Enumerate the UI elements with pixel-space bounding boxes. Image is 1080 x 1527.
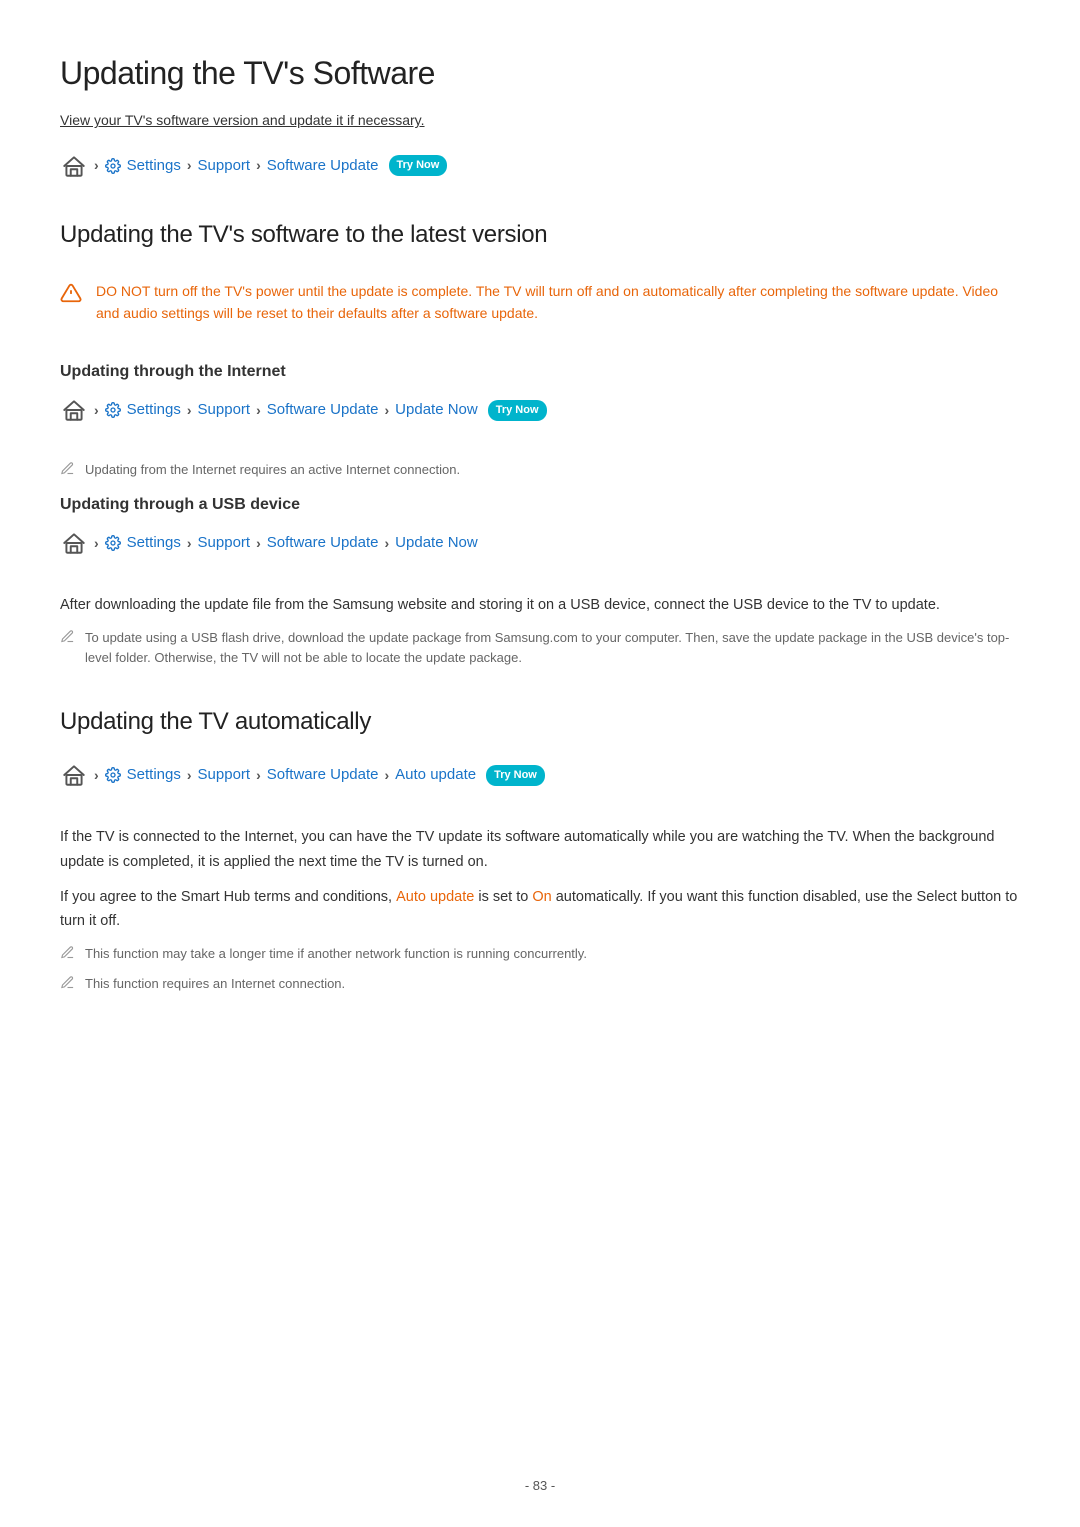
auto-on-text: On — [532, 889, 551, 905]
pencil-icon-internet — [60, 461, 75, 482]
usb-section: Updating through a USB device › Settings… — [60, 492, 1020, 667]
usb-section-title: Updating through a USB device — [60, 492, 1020, 518]
internet-section: Updating through the Internet › Settings… — [60, 359, 1020, 482]
page-subtitle: View your TV's software version and upda… — [60, 109, 1020, 131]
breadcrumb-row-internet: › Settings › Support › Software Update ›… — [60, 396, 1020, 424]
page-title: Updating the TV's Software — [60, 48, 1020, 99]
bc-software-update-internet: Software Update — [267, 398, 379, 422]
auto-body-2: If you agree to the Smart Hub terms and … — [60, 885, 1020, 934]
bc-update-now-internet: Update Now — [395, 398, 478, 422]
auto-note-1-text: This function may take a longer time if … — [85, 944, 587, 964]
bc-sep-i1: › — [94, 399, 99, 421]
bc-sep-a2: › — [187, 764, 192, 786]
bc-sep-a4: › — [385, 764, 390, 786]
bc-software-update-auto: Software Update — [267, 763, 379, 787]
bc-support-internet: Support — [198, 398, 251, 422]
usb-note: To update using a USB flash drive, downl… — [60, 628, 1020, 667]
bc-update-now-usb: Update Now — [395, 531, 478, 555]
bc-sep-u2: › — [187, 532, 192, 554]
section-latest-version-title: Updating the TV's software to the latest… — [60, 216, 1020, 254]
try-now-badge-internet[interactable]: Try Now — [488, 400, 547, 422]
settings-icon-internet — [105, 402, 121, 418]
breadcrumb-sep-2: › — [187, 154, 192, 176]
auto-note-2: This function requires an Internet conne… — [60, 974, 1020, 996]
page-number: - 83 - — [0, 1476, 1080, 1497]
settings-icon-usb — [105, 535, 121, 551]
auto-body-is-set: is set to — [478, 889, 528, 905]
auto-body-2-prefix: If you agree to the Smart Hub terms and … — [60, 889, 392, 905]
auto-note-2-text: This function requires an Internet conne… — [85, 974, 345, 994]
pencil-icon-auto-2 — [60, 975, 75, 996]
section-latest-version: Updating the TV's software to the latest… — [60, 216, 1020, 254]
bc-support-auto: Support — [198, 763, 251, 787]
auto-note-1: This function may take a longer time if … — [60, 944, 1020, 966]
auto-section: Updating the TV automatically — [60, 703, 1020, 741]
breadcrumb-row-auto: › Settings › Support › Software Update ›… — [60, 761, 1020, 789]
breadcrumb-sep-1: › — [94, 154, 99, 176]
auto-body-1: If the TV is connected to the Internet, … — [60, 825, 1020, 874]
bc-sep-u3: › — [256, 532, 261, 554]
auto-update-inline: Auto update — [396, 889, 474, 905]
internet-note: Updating from the Internet requires an a… — [60, 460, 1020, 482]
home-icon-auto — [60, 761, 88, 789]
usb-body-text: After downloading the update file from t… — [60, 593, 1020, 618]
warning-box: DO NOT turn off the TV's power until the… — [60, 274, 1020, 331]
breadcrumb-settings-1: Settings — [127, 154, 181, 178]
bc-sep-u1: › — [94, 532, 99, 554]
internet-note-text: Updating from the Internet requires an a… — [85, 460, 460, 480]
bc-sep-i3: › — [256, 399, 261, 421]
bc-support-usb: Support — [198, 531, 251, 555]
bc-settings-usb: Settings — [127, 531, 181, 555]
warning-triangle-icon — [60, 282, 82, 312]
bc-sep-a1: › — [94, 764, 99, 786]
bc-sep-i2: › — [187, 399, 192, 421]
home-icon — [60, 152, 88, 180]
settings-icon-1 — [105, 158, 121, 174]
bc-sep-a3: › — [256, 764, 261, 786]
breadcrumb-support-1: Support — [198, 154, 251, 178]
bc-sep-u4: › — [385, 532, 390, 554]
breadcrumb-row-1: › Settings › Support › Software Update T… — [60, 152, 1020, 180]
settings-icon-auto — [105, 767, 121, 783]
bc-auto-update: Auto update — [395, 763, 476, 787]
warning-text: DO NOT turn off the TV's power until the… — [96, 280, 1020, 325]
try-now-badge-1[interactable]: Try Now — [389, 155, 448, 177]
internet-section-title: Updating through the Internet — [60, 359, 1020, 385]
home-icon-usb — [60, 529, 88, 557]
pencil-icon-usb — [60, 629, 75, 650]
auto-section-title: Updating the TV automatically — [60, 703, 1020, 741]
breadcrumb-software-update-1: Software Update — [267, 154, 379, 178]
home-icon-internet — [60, 396, 88, 424]
pencil-icon-auto-1 — [60, 945, 75, 966]
usb-note-text: To update using a USB flash drive, downl… — [85, 628, 1020, 667]
bc-settings-auto: Settings — [127, 763, 181, 787]
breadcrumb-row-usb: › Settings › Support › Software Update ›… — [60, 529, 1020, 557]
breadcrumb-sep-3: › — [256, 154, 261, 176]
bc-software-update-usb: Software Update — [267, 531, 379, 555]
try-now-badge-auto[interactable]: Try Now — [486, 765, 545, 787]
bc-settings-internet: Settings — [127, 398, 181, 422]
bc-sep-i4: › — [385, 399, 390, 421]
